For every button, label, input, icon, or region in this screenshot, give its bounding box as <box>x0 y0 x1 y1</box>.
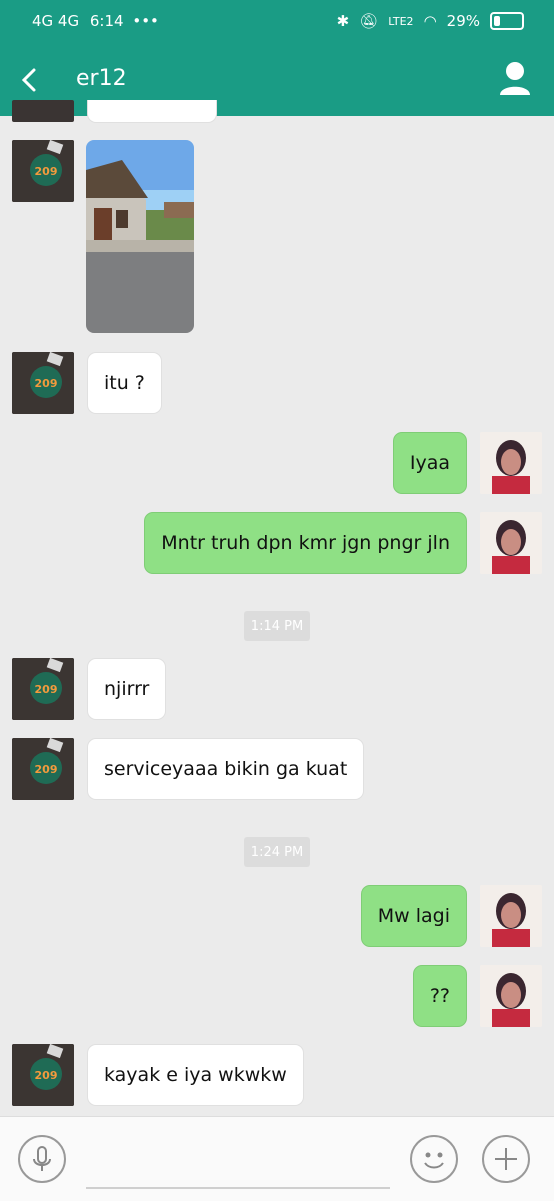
back-arrow-icon[interactable] <box>16 66 44 94</box>
plus-button[interactable] <box>482 1135 530 1183</box>
battery-icon <box>490 12 524 30</box>
status-time: 6:14 <box>89 12 124 30</box>
plus-icon <box>495 1148 517 1170</box>
wifi-icon: ◠ <box>423 12 437 30</box>
badge-text: 209 <box>35 1069 58 1082</box>
sent-message[interactable]: Mntr truh dpn kmr jgn pngr jln <box>144 512 467 574</box>
network-indicator: 4G 4G <box>32 12 80 30</box>
more-dots-icon: ••• <box>132 12 159 30</box>
lte-label: LTE2 <box>388 14 414 28</box>
sent-message[interactable]: ?? <box>412 965 467 1027</box>
message-input-bar <box>0 1116 554 1201</box>
bluetooth-icon: ✱ <box>336 12 350 30</box>
received-message[interactable]: njirrr <box>87 658 167 720</box>
badge-text: 209 <box>35 165 58 178</box>
avatar[interactable] <box>480 432 542 494</box>
avatar[interactable]: 209 <box>12 658 74 720</box>
timestamp: 1:24 PM <box>244 837 310 867</box>
avatar[interactable]: 209 <box>12 738 74 800</box>
sent-message[interactable]: Mw lagi <box>360 885 467 947</box>
received-message[interactable]: itu ? <box>87 352 162 414</box>
mute-icon: 🔕︎ <box>359 12 379 30</box>
avatar[interactable] <box>480 885 542 947</box>
chat-header: er12 <box>0 44 554 116</box>
avatar[interactable]: 209 <box>12 1044 74 1106</box>
battery-percent: 29% <box>446 12 480 30</box>
previous-bubble-fragment <box>87 100 217 123</box>
emoji-icon <box>424 1152 444 1169</box>
badge-text: 209 <box>35 377 58 390</box>
received-message[interactable]: kayak e iya wkwkw <box>87 1044 304 1106</box>
message-input[interactable] <box>86 1187 390 1189</box>
avatar[interactable]: 209 <box>12 352 74 414</box>
profile-icon[interactable] <box>498 60 532 96</box>
avatar[interactable]: 209 <box>12 140 74 202</box>
emoji-button[interactable] <box>410 1135 458 1183</box>
avatar[interactable] <box>480 965 542 1027</box>
sent-message[interactable]: Iyaa <box>392 432 467 494</box>
avatar[interactable] <box>480 512 542 574</box>
status-bar: 4G 4G 6:14 ••• ✱ 🔕︎ LTE2 ◠ 29% <box>0 0 554 44</box>
battery-fill <box>494 16 500 26</box>
microphone-button[interactable] <box>18 1135 66 1183</box>
badge-text: 209 <box>35 683 58 696</box>
badge-text: 209 <box>35 763 58 776</box>
chat-title: er12 <box>76 66 127 91</box>
avatar[interactable] <box>12 100 74 122</box>
microphone-icon <box>33 1146 51 1171</box>
timestamp: 1:14 PM <box>244 611 310 641</box>
received-message[interactable]: serviceyaaa bikin ga kuat <box>87 738 365 800</box>
photo-message[interactable] <box>86 140 194 333</box>
